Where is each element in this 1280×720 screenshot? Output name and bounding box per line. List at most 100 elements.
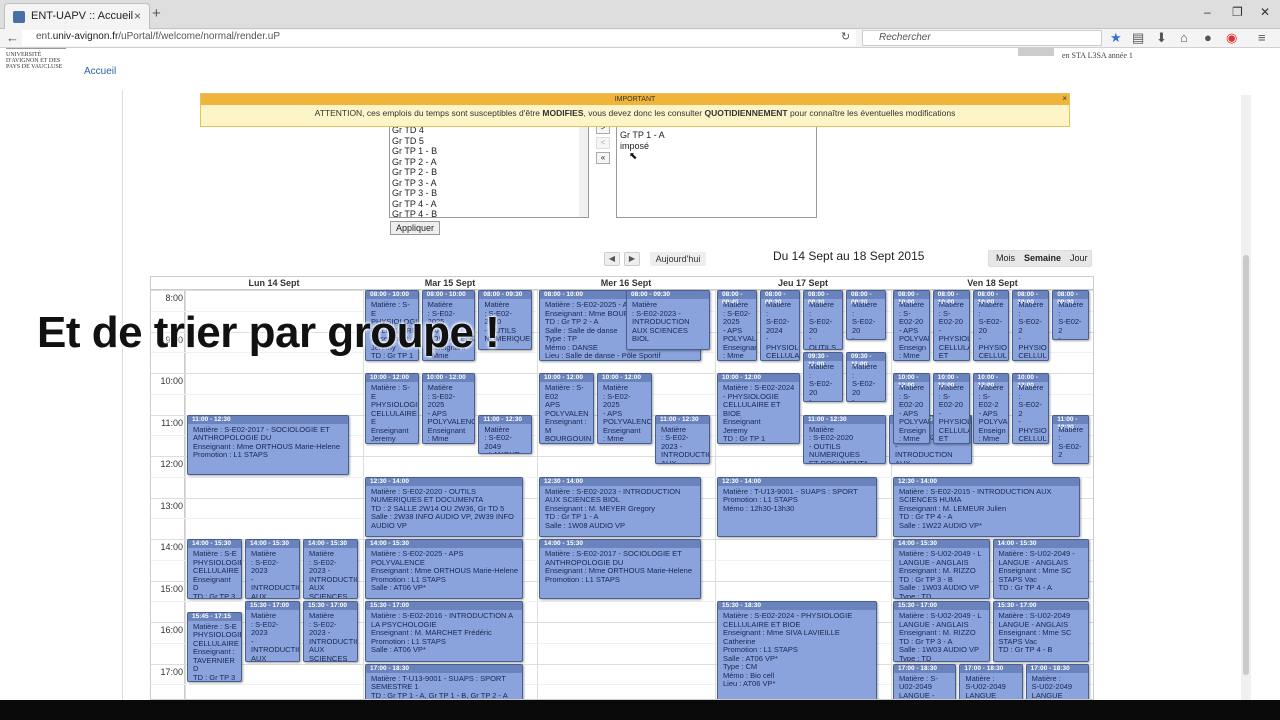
- calendar-event[interactable]: 08:00 - 10:00 Matière : S-E02-20 - PHYSIO…: [932, 290, 970, 361]
- calendar-event[interactable]: 17:00 - 18:30 Matière : T-U13-9001 - SUAP…: [365, 663, 523, 700]
- calendar-event[interactable]: 15:30 - 17:00 Matière : S-E02-2023 - INTR…: [245, 601, 300, 662]
- calendar-event[interactable]: 12:30 - 14:00 Matière : S-E02-2015 - INTR…: [893, 476, 1080, 537]
- calendar-event[interactable]: 15:30 - 17:00 Matière : S-U02-2049 LANGUE…: [992, 601, 1089, 662]
- calendar-event[interactable]: 12:30 - 14:00 Matière : S-E02-2023 - INTR…: [539, 476, 701, 537]
- calendar-event[interactable]: 09:30 - 11:00Matière : S-E02-20 - OUTILS…: [846, 352, 886, 403]
- calendar-event[interactable]: 10:00 - 12:00 Matière : S-E02-20 - APS PO…: [893, 373, 930, 444]
- calendar-event[interactable]: 14:00 - 15:30 Matière : S-E PHYSIOLOGIE C…: [187, 539, 242, 600]
- reading-list-icon[interactable]: ▤: [1132, 30, 1144, 46]
- calendar-event[interactable]: 08:00 - 10:00 Matière : S-E02-2 - PHYSIO …: [1012, 290, 1050, 361]
- event-details: Matière : T-U13-9001 - SUAPS : SPORT SEM…: [371, 673, 508, 700]
- maximize-icon[interactable]: ❐: [1232, 5, 1243, 19]
- list-scrollbar[interactable]: [579, 123, 588, 217]
- list-item[interactable]: Gr TP 2 - B: [392, 167, 588, 178]
- calendar-event[interactable]: 08:00 - 09:30Matière : S-E02-20 - OUTILS…: [803, 290, 843, 351]
- new-tab-icon[interactable]: +: [152, 5, 161, 22]
- home-icon[interactable]: ⌂: [1180, 30, 1188, 45]
- list-item[interactable]: imposé: [620, 141, 816, 152]
- calendar-event[interactable]: 17:00 - 18:30 Matière : S-U02-2049 LANGUE: [959, 663, 1023, 699]
- calendar-event[interactable]: 15:45 - 17:15 Matière : S-E PHYSIOLOGIE C…: [187, 611, 242, 683]
- calendar-event[interactable]: 08:00 - 09:30Matière : S-E02-2 - LANGUE: [1052, 290, 1089, 340]
- remove-all-groups-button[interactable]: «: [596, 152, 610, 164]
- calendar-event[interactable]: 14:00 - 15:30 Matière : S-E02-2017 - SOCI…: [539, 539, 701, 600]
- list-item[interactable]: Gr TP 4 - B: [392, 209, 588, 217]
- selected-groups-list[interactable]: Gr TP 1 - A imposé: [616, 122, 817, 218]
- calendar-event[interactable]: 12:30 - 14:00 Matière : T-U13-9001 - SUAP…: [717, 476, 877, 537]
- calendar-event[interactable]: 10:00 - 12:00 Matière : S-E02-2025 - APS …: [597, 373, 652, 444]
- calendar-event[interactable]: 09:30 - 11:00Matière : S-E02-20 - OUTILS…: [803, 352, 843, 403]
- chat-icon[interactable]: ●: [1204, 30, 1212, 45]
- university-logo[interactable]: UNIVERSITÉ D'AVIGNON ET DES PAYS DE VAUC…: [6, 48, 66, 70]
- calendar-event[interactable]: 14:00 - 15:30 Matière : S-E02- 2023 - INT…: [303, 539, 358, 600]
- today-button[interactable]: Aujourd'hui: [650, 252, 706, 266]
- list-item[interactable]: Gr TD 5: [392, 136, 588, 147]
- calendar-event[interactable]: 08:00 - 10:00 Matière : S-E02-20 - APS PO…: [893, 290, 930, 361]
- close-window-icon[interactable]: ✕: [1260, 5, 1270, 19]
- list-item[interactable]: Gr TP 3 - B: [392, 188, 588, 199]
- calendar-event[interactable]: 14:00 - 15:30 Matière : S-E02-2023 - INTR…: [245, 539, 300, 600]
- reload-icon[interactable]: ↻: [841, 30, 850, 43]
- calendar-event[interactable]: 15:30 - 18:30 Matière : S-E02-2024 - PHYS…: [717, 601, 877, 699]
- browser-tab[interactable]: ENT-UAPV :: Accueil ×: [4, 3, 150, 29]
- next-week-button[interactable]: ▶: [624, 252, 640, 266]
- event-time: 09:30 - 11:00: [804, 353, 842, 368]
- list-item[interactable]: Gr TP 3 - A: [392, 178, 588, 189]
- page-scrollbar[interactable]: [1241, 95, 1251, 700]
- calendar-event[interactable]: 08:00 - 09:30Matière : S-E02-20 - OUTILS…: [846, 290, 886, 340]
- calendar-event[interactable]: 10:00 - 12:00 Matière : S-E02 APS POLYVAL…: [539, 373, 594, 444]
- list-item[interactable]: Gr TP 2 - A: [392, 157, 588, 168]
- calendar-event[interactable]: 08:00 - 09:30 Matière : S-E02-2024 - PHYS…: [760, 290, 800, 361]
- minimize-icon[interactable]: –: [1204, 5, 1211, 19]
- bookmark-star-icon[interactable]: ★: [1110, 30, 1122, 46]
- search-input[interactable]: Rechercher: [862, 30, 1102, 46]
- calendar-event[interactable]: 10:00 - 12:00 Matière : S-E02-2 - PHYSIO …: [1012, 373, 1050, 444]
- list-item[interactable]: Gr TP 4 - A: [392, 199, 588, 210]
- list-item[interactable]: Gr TP 1 - B: [392, 146, 588, 157]
- view-month-button[interactable]: Mois: [996, 251, 1015, 266]
- calendar-event[interactable]: 15:30 - 17:00 Matière : S-U02-2049 - L LA…: [893, 601, 990, 662]
- calendar-event[interactable]: 14:00 - 15:30 Matière : S-E02-2025 - APS …: [365, 539, 523, 600]
- menu-icon[interactable]: ≡: [1258, 30, 1266, 45]
- tab-title: ENT-UAPV :: Accueil: [31, 10, 134, 22]
- calendar-event[interactable]: 11:00 - 12:30 Matière : S-E02-2020 - OUTI…: [803, 414, 886, 465]
- calendar-event[interactable]: 11:00 - 12:30 Matière : S-E02-2017 - SOCI…: [187, 414, 349, 475]
- list-item[interactable]: Gr TP 1 - A: [620, 130, 816, 141]
- apply-button[interactable]: Appliquer: [390, 221, 440, 235]
- calendar-event[interactable]: 10:00 - 12:00 Matière : S-E02-2025 - APS …: [421, 373, 476, 444]
- remove-group-button[interactable]: <: [596, 137, 610, 149]
- hour-label: 15:00: [160, 583, 183, 594]
- addon-icon[interactable]: ◉: [1226, 30, 1237, 46]
- event-details: Matière : S-E02-2025 - APS POLYVALENCE E…: [603, 383, 652, 443]
- calendar-event[interactable]: 10:00 - 12:00 Matière : S-E02-2 - APS POL…: [972, 373, 1010, 444]
- calendar-event[interactable]: 08:00 - 10:00 Matière : S-E02-20 - PHYSIO…: [972, 290, 1010, 361]
- view-day-button[interactable]: Jour: [1070, 251, 1088, 266]
- close-notice-icon[interactable]: ×: [1062, 94, 1067, 103]
- calendar-event[interactable]: 10:00 - 12:00 Matière : S-E02-2024 - PHYS…: [717, 373, 800, 444]
- close-tab-icon[interactable]: ×: [134, 9, 141, 23]
- calendar-event[interactable]: 11:00 - 12:30Matière : S-E02-2049 - LANG…: [478, 414, 532, 454]
- calendar-event[interactable]: 11:00 - 12:30 Matière : S-E02- 2023 - INT…: [655, 414, 710, 465]
- scrollbar-thumb[interactable]: [1243, 255, 1249, 675]
- calendar-event[interactable]: 10:00 - 12:00 Matière : S-E PHYSIOLOGIE C…: [365, 373, 419, 444]
- event-details: Matière : S-E02-2049 - LANGUE - ANGLAIS …: [484, 424, 524, 453]
- calendar-event[interactable]: 08:00 - 09:45 Matière : S-E02-2025 - APS …: [717, 290, 757, 361]
- calendar-event[interactable]: 17:00 - 18:30 Matière : S-U02-2049 LANGUE…: [893, 663, 957, 699]
- calendar-event[interactable]: 14:00 - 15:30 Matière : S-U02-2049 - L LA…: [893, 539, 990, 600]
- calendar-event[interactable]: 15:30 - 17:00 Matière : S-E02-2016 - INTR…: [365, 601, 523, 662]
- calendar-event[interactable]: 14:00 - 15:30 Matière : S-U02-2049 - LANG…: [992, 539, 1089, 600]
- calendar-event[interactable]: 11:00 - 12:30Matière : S-E02-2 - LANGUE: [1052, 414, 1089, 465]
- calendar-event[interactable]: 15:30 - 17:00 Matière : S-E02- 2023 - INT…: [303, 601, 358, 662]
- event-time: 12:30 - 14:00: [894, 477, 1079, 486]
- event-details: Matière : S-U02-2049 - L LANGUE - ANGLAI…: [899, 549, 982, 600]
- available-groups-list[interactable]: Gr TD 4 Gr TD 5 Gr TP 1 - B Gr TP 2 - A Gr T…: [389, 122, 589, 218]
- calendar-event[interactable]: 17:00 - 18:30 Matière : S-U02-2049 LANGUE: [1025, 663, 1089, 699]
- back-icon[interactable]: ←: [6, 30, 19, 45]
- calendar-event[interactable]: 12:30 - 14:00 Matière : S-E02-2020 - OUTI…: [365, 476, 523, 537]
- prev-week-button[interactable]: ◀: [604, 252, 620, 266]
- calendar-event[interactable]: 08:00 - 09:30 Matière : S-E02-2023 - INTR…: [626, 290, 710, 351]
- download-icon[interactable]: ⬇: [1156, 30, 1167, 46]
- home-link[interactable]: Accueil: [84, 66, 116, 77]
- calendar-event[interactable]: 10:00 - 12:00 Matière : S-E02-20 - PHYSIO…: [932, 373, 970, 444]
- address-bar[interactable]: ent.univ-avignon.fr/uPortal/f/welcome/no…: [22, 30, 856, 46]
- view-week-button[interactable]: Semaine: [1024, 251, 1061, 266]
